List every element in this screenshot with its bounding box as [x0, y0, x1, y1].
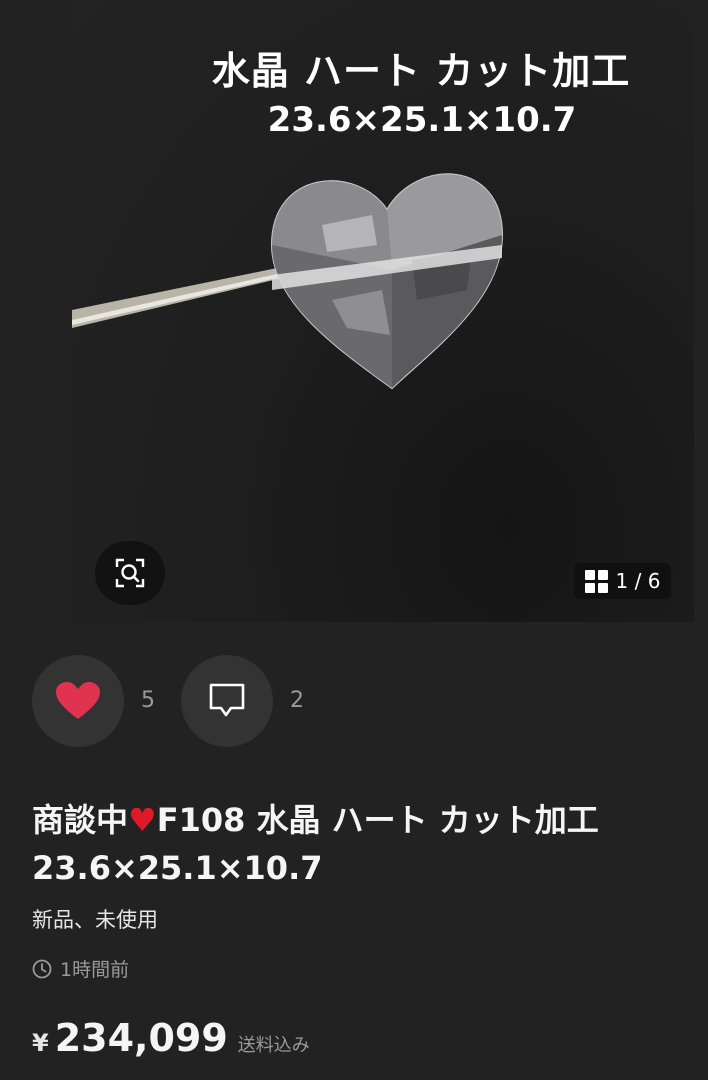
zoom-search-icon	[115, 558, 145, 588]
image-counter[interactable]: 1 / 6	[574, 563, 671, 599]
red-heart-icon: ♥	[128, 801, 157, 839]
item-condition: 新品、未使用	[32, 908, 158, 932]
heart-icon	[56, 682, 100, 719]
clock-icon	[32, 959, 52, 978]
crystal-heart-image	[72, 173, 504, 390]
negotiation-status: 商談中	[32, 801, 129, 839]
like-button[interactable]	[32, 655, 124, 747]
comment-count: 2	[290, 688, 304, 713]
comment-bubble-icon	[209, 683, 245, 717]
item-title-dimensions: 23.6×25.1×10.7	[32, 849, 323, 887]
comment-button[interactable]	[181, 655, 273, 747]
currency-symbol: ¥	[32, 1029, 49, 1057]
product-photo[interactable]: 水晶 ハート カット加工 23.6×25.1×10.7 1 / 6	[72, 0, 694, 622]
posted-time-text: 1時間前	[60, 959, 130, 981]
grid-icon	[584, 569, 608, 593]
zoom-button[interactable]	[95, 541, 165, 605]
shipping-included-label: 送料込み	[237, 1035, 310, 1056]
photo-caption-title: 水晶 ハート カット加工	[211, 49, 631, 93]
price-value: 234,099	[54, 1016, 228, 1060]
like-count: 5	[141, 688, 155, 713]
item-detail-page: 水晶 ハート カット加工 23.6×25.1×10.7 1 / 6 5 2 商談…	[0, 0, 708, 1080]
posted-time: 1時間前	[32, 955, 129, 982]
photo-caption-dimensions: 23.6×25.1×10.7	[267, 100, 577, 140]
item-title-text: F108 水晶 ハート カット加工	[156, 801, 599, 839]
price: ¥ 234,099 送料込み	[32, 1016, 310, 1060]
item-title: 商談中♥F108 水晶 ハート カット加工 23.6×25.1×10.7	[32, 796, 682, 892]
image-counter-text: 1 / 6	[615, 569, 661, 593]
